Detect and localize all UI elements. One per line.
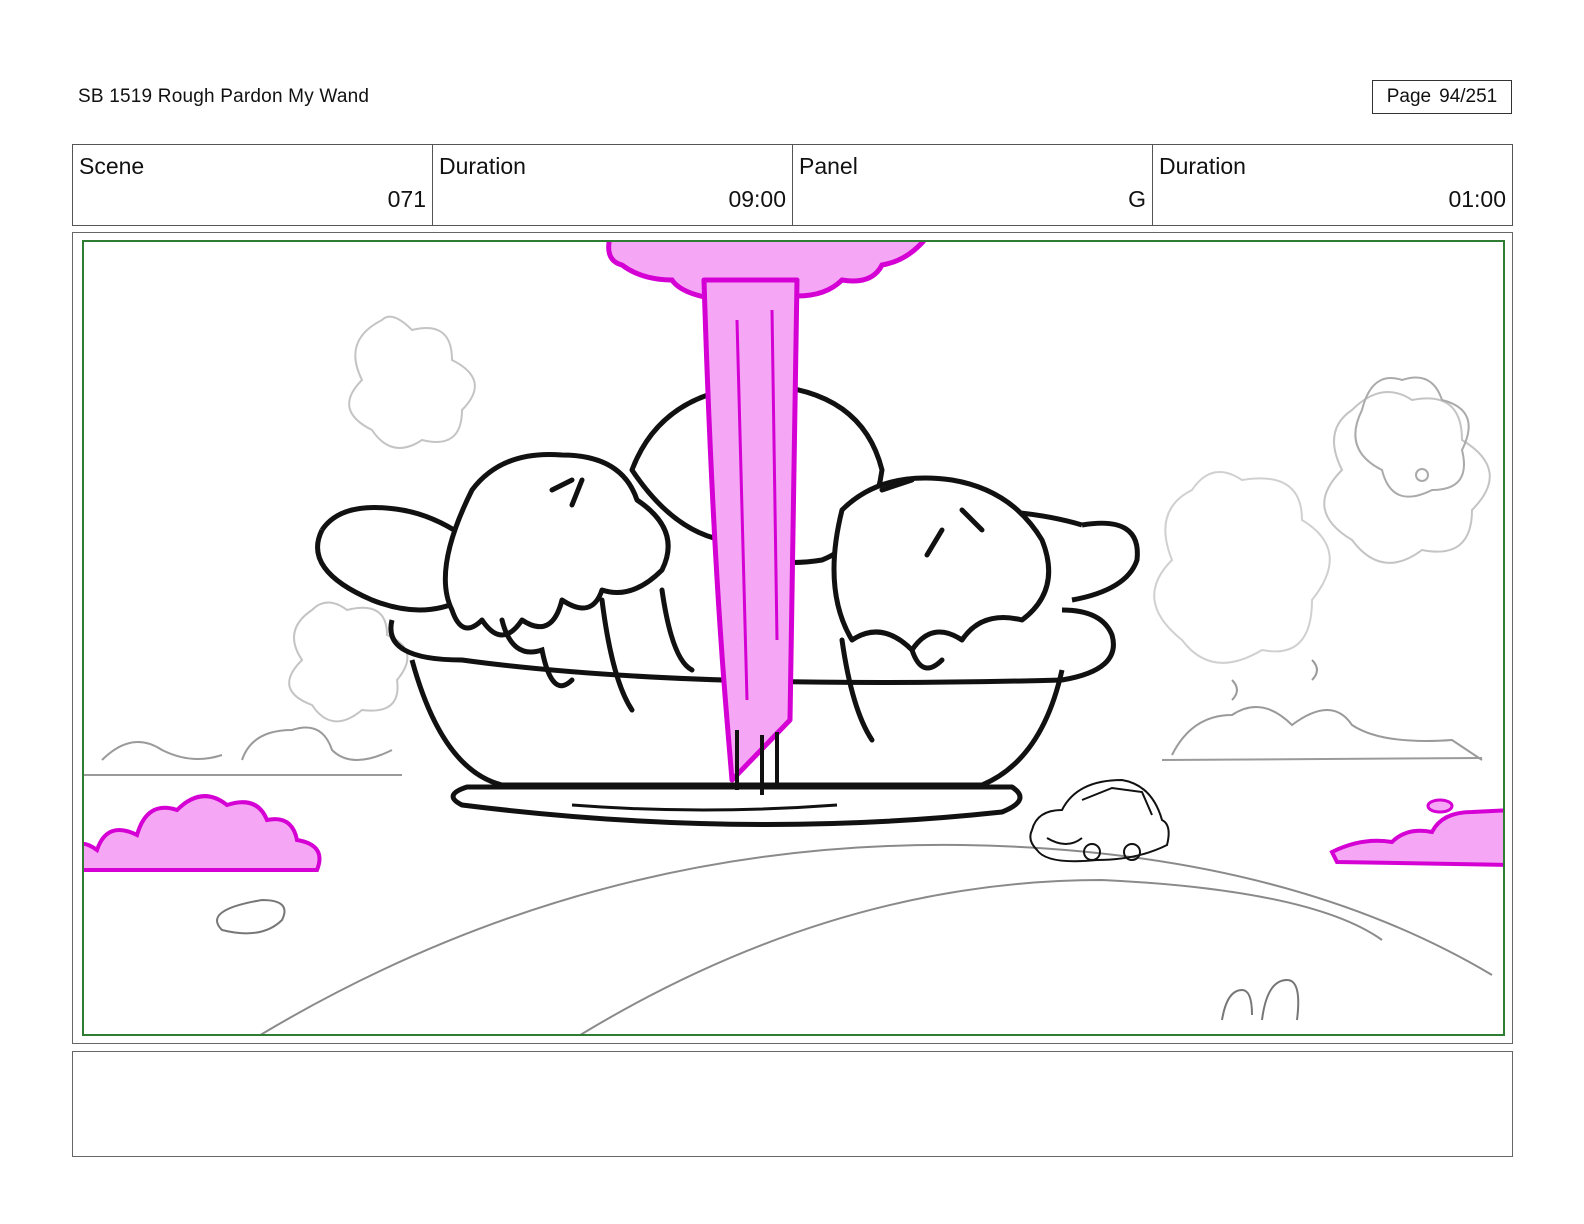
right-pink-cloud — [1329, 798, 1505, 867]
notes-box — [72, 1051, 1513, 1157]
scene-cell: Scene 071 — [73, 145, 433, 225]
page-value: 94/251 — [1439, 86, 1498, 107]
scene-info-table: Scene 071 Duration 09:00 Panel G Duratio… — [72, 144, 1513, 226]
scene-duration-label: Duration — [439, 153, 526, 179]
scene-duration-value: 09:00 — [728, 186, 786, 212]
panel-duration-label: Duration — [1159, 153, 1246, 179]
page-number-box: Page 94/251 — [1372, 80, 1512, 114]
panel-label: Panel — [799, 153, 858, 179]
panel-cell: Panel G — [793, 145, 1153, 225]
scene-label: Scene — [79, 153, 145, 179]
scene-value: 071 — [387, 186, 426, 212]
page-label: Page — [1386, 86, 1432, 107]
panel-duration-cell: Duration 01:00 — [1153, 145, 1512, 225]
storyboard-drawing — [82, 240, 1505, 1036]
panel-value: G — [1128, 186, 1146, 212]
panel-duration-value: 01:00 — [1448, 186, 1506, 212]
left-pink-cloud — [82, 794, 322, 872]
scene-duration-cell: Duration 09:00 — [433, 145, 793, 225]
doc-title: SB 1519 Rough Pardon My Wand — [78, 86, 370, 107]
ground-arcs-sketch — [216, 843, 1493, 1036]
